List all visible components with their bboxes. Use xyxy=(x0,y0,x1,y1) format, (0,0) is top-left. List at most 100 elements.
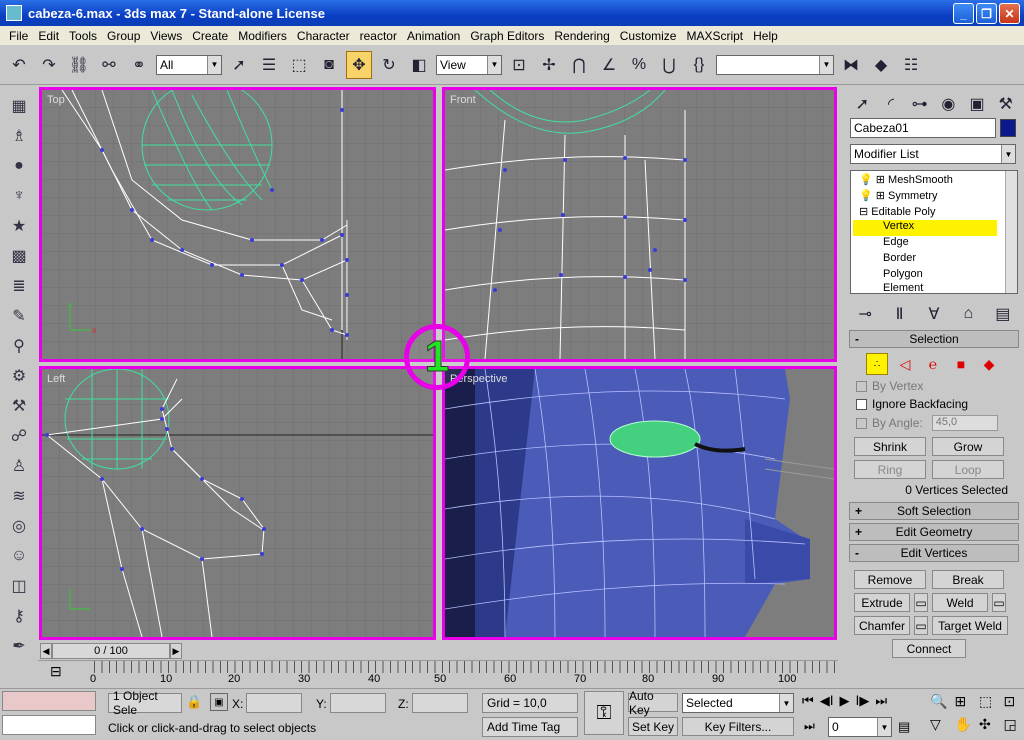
select-by-name-icon[interactable]: ☰ xyxy=(256,51,282,79)
select-and-move-icon[interactable]: ✥ xyxy=(346,50,372,79)
snap-toggle-icon[interactable]: ⋂ xyxy=(566,51,592,79)
stack-icon[interactable]: ≣ xyxy=(7,274,31,298)
go-to-start-icon[interactable]: ⏮ xyxy=(802,693,814,709)
key-icon[interactable]: ⚷ xyxy=(7,604,31,628)
by-angle-checkbox[interactable]: By Angle: 45,0 xyxy=(844,413,1024,433)
spinner-snap-icon[interactable]: ⋃ xyxy=(656,51,682,79)
ignore-backfacing-checkbox[interactable]: Ignore Backfacing xyxy=(844,395,1024,413)
shirt-icon[interactable]: ♗ xyxy=(7,124,31,148)
stack-item-border[interactable]: Border xyxy=(883,252,916,264)
menu-customize[interactable]: Customize xyxy=(615,29,682,43)
edge-mode-icon[interactable]: ◁ xyxy=(894,356,916,373)
menu-maxscript[interactable]: MAXScript xyxy=(681,29,748,43)
viewport-label-top[interactable]: Top xyxy=(47,94,65,106)
star-icon[interactable]: ★ xyxy=(7,214,31,238)
box-icon[interactable]: ▦ xyxy=(7,94,31,118)
arc-rotate-icon[interactable]: ✣ xyxy=(979,716,998,733)
cube-icon[interactable]: ◫ xyxy=(7,574,31,598)
brush-icon[interactable]: ✎ xyxy=(7,304,31,328)
bind-space-warp-icon[interactable]: ⚭ xyxy=(126,51,152,79)
undo-icon[interactable]: ↶ xyxy=(6,51,32,79)
menu-edit[interactable]: Edit xyxy=(33,29,64,43)
named-selection-sets-dropdown[interactable]: ▼ xyxy=(716,54,834,75)
motion-tab-icon[interactable]: ◉ xyxy=(936,90,961,118)
layer-manager-icon[interactable]: ☷ xyxy=(898,51,924,79)
time-slider-next[interactable]: ▶ xyxy=(170,643,182,659)
lamp-icon[interactable]: ♆ xyxy=(7,184,31,208)
set-key-button[interactable]: Set Key xyxy=(628,717,678,736)
configure-modifier-sets-icon[interactable]: ▤ xyxy=(990,300,1016,328)
utilities-tab-icon[interactable]: ⚒ xyxy=(993,90,1018,118)
pen-icon[interactable]: ✒ xyxy=(7,634,31,658)
person-icon[interactable]: ☺ xyxy=(7,544,31,568)
gear-icon[interactable]: ⚙ xyxy=(7,364,31,388)
viewport-left[interactable]: Left xyxy=(39,366,436,640)
break-button[interactable]: Break xyxy=(932,570,1004,589)
menu-tools[interactable]: Tools xyxy=(64,29,102,43)
key-filters-button[interactable]: Key Filters... xyxy=(682,717,794,736)
rollout-soft-selection[interactable]: + Soft Selection xyxy=(849,502,1019,520)
shrink-button[interactable]: Shrink xyxy=(854,437,926,456)
stack-item-element[interactable]: Element xyxy=(883,282,923,293)
reference-coordinate-dropdown[interactable]: View ▼ xyxy=(436,54,502,75)
time-slider-prev[interactable]: ◀ xyxy=(40,643,52,659)
maximize-button[interactable]: ❐ xyxy=(976,3,997,24)
menu-character[interactable]: Character xyxy=(292,29,355,43)
menu-help[interactable]: Help xyxy=(748,29,783,43)
key-mode-toggle-icon[interactable]: ⏭ xyxy=(804,719,815,734)
track-bar-icon[interactable]: ⊟ xyxy=(50,663,62,680)
create-tab-icon[interactable]: ➚ xyxy=(850,90,875,118)
time-configuration-icon[interactable]: ▤ xyxy=(898,719,910,735)
wave-icon[interactable]: ≋ xyxy=(7,484,31,508)
ring-button[interactable]: Ring xyxy=(854,460,926,479)
angle-snap-icon[interactable]: ∠ xyxy=(596,51,622,79)
menu-animation[interactable]: Animation xyxy=(402,29,465,43)
absolute-mode-icon[interactable]: ▣ xyxy=(210,693,228,711)
stack-item-editable-poly[interactable]: ⊟ Editable Poly xyxy=(859,205,936,218)
menu-modifiers[interactable]: Modifiers xyxy=(233,29,292,43)
next-frame-icon[interactable]: Ⅰ▶ xyxy=(856,693,870,709)
stack-item-meshsmooth[interactable]: 💡 ⊞ MeshSmooth xyxy=(859,173,953,186)
lock-selection-icon[interactable]: 🔒 xyxy=(186,694,202,710)
stack-item-vertex[interactable]: Vertex xyxy=(853,220,997,236)
zoom-icon[interactable]: 🔍 xyxy=(930,693,949,710)
angle-spinner[interactable]: 45,0 xyxy=(931,415,998,431)
pin-stack-icon[interactable]: ⊸ xyxy=(852,300,878,328)
modifier-list-dropdown[interactable]: Modifier List ▼ xyxy=(850,144,1016,164)
select-and-scale-icon[interactable]: ◧ xyxy=(406,51,432,79)
select-and-link-icon[interactable]: ⛓ xyxy=(66,51,92,79)
border-mode-icon[interactable]: ℮ xyxy=(922,356,944,372)
key-mode-dropdown[interactable]: Selected ▼ xyxy=(682,693,794,713)
object-color-swatch[interactable] xyxy=(1000,119,1016,137)
fish-icon[interactable]: ☍ xyxy=(7,424,31,448)
select-object-icon[interactable]: ➚ xyxy=(226,51,252,79)
wrench-icon[interactable]: ⚒ xyxy=(7,394,31,418)
zoom-extents-all-icon[interactable]: ⊡ xyxy=(1004,693,1023,710)
menu-reactor[interactable]: reactor xyxy=(355,29,402,43)
vertex-mode-icon[interactable]: ∴ xyxy=(866,353,888,375)
ring-icon[interactable]: ◎ xyxy=(7,514,31,538)
loop-button[interactable]: Loop xyxy=(932,460,1004,479)
auto-key-button[interactable]: Auto Key xyxy=(628,689,678,717)
rectangular-selection-icon[interactable]: ⬚ xyxy=(286,51,312,79)
window-crossing-icon[interactable]: ◙ xyxy=(316,51,342,79)
rollout-edit-geometry[interactable]: + Edit Geometry xyxy=(849,523,1019,541)
viewport-label-left[interactable]: Left xyxy=(47,373,65,385)
make-unique-icon[interactable]: ∀ xyxy=(921,300,947,328)
rollout-selection[interactable]: - Selection xyxy=(849,330,1019,348)
pin-icon[interactable]: ⚲ xyxy=(7,334,31,358)
current-frame-field[interactable]: 0 ▼ xyxy=(828,717,892,737)
time-slider[interactable]: 0 / 100 xyxy=(52,643,170,659)
chamfer-button[interactable]: Chamfer xyxy=(854,616,910,635)
y-coordinate-field[interactable] xyxy=(330,693,386,713)
field-of-view-icon[interactable]: ▽ xyxy=(930,716,949,733)
object-name-field[interactable]: Cabeza01 xyxy=(850,118,996,138)
sphere-icon[interactable]: ● xyxy=(7,154,31,178)
chamfer-settings-button[interactable]: ▭ xyxy=(914,616,928,635)
track-bar[interactable]: ⊟ 0 10 20 30 40 50 60 70 80 90 100 xyxy=(38,660,838,686)
close-button[interactable]: ✕ xyxy=(999,3,1020,24)
mirror-icon[interactable]: ⧓ xyxy=(838,51,864,79)
select-and-rotate-icon[interactable]: ↻ xyxy=(376,51,402,79)
weld-settings-button[interactable]: ▭ xyxy=(992,593,1006,612)
edit-named-selections-icon[interactable]: {} xyxy=(686,51,712,79)
